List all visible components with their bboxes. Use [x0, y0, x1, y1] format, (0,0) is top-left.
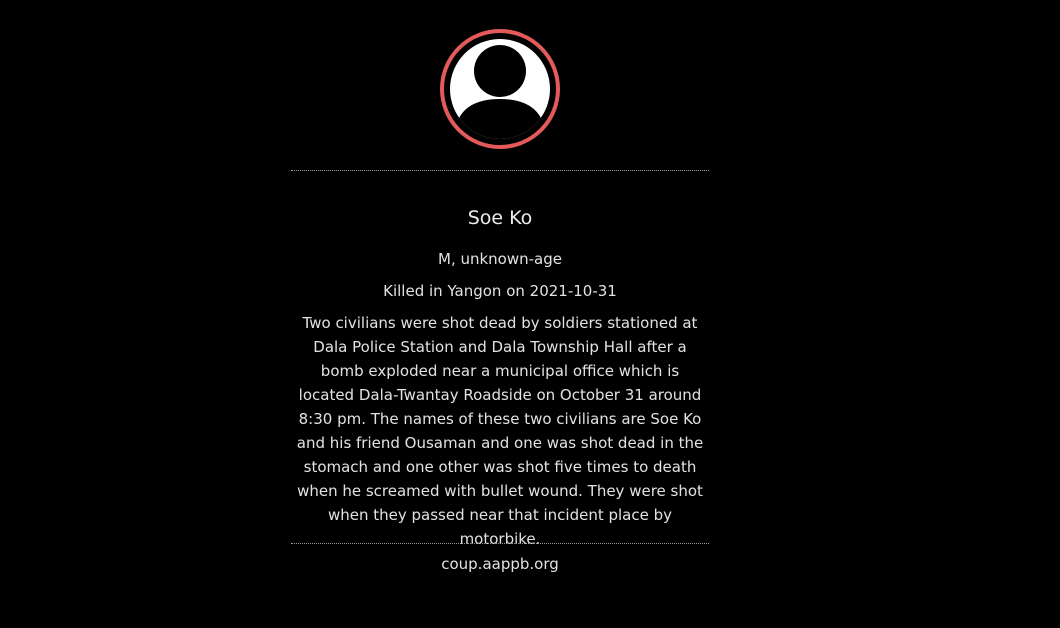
incident-description: Two civilians were shot dead by soldiers… — [296, 314, 704, 548]
top-divider — [291, 170, 709, 171]
source-link[interactable]: coup.aappb.org — [291, 552, 709, 576]
killed-location-date: Killed in Yangon on 2021-10-31 — [383, 282, 617, 300]
victim-profile-page: Soe Ko M, unknown-age Killed in Yangon o… — [0, 0, 1060, 628]
victim-name: Soe Ko — [467, 207, 533, 229]
avatar — [440, 29, 560, 149]
default-person-icon — [440, 29, 560, 149]
bottom-divider — [291, 543, 709, 544]
victim-sex-age: M, unknown-age — [438, 250, 562, 268]
